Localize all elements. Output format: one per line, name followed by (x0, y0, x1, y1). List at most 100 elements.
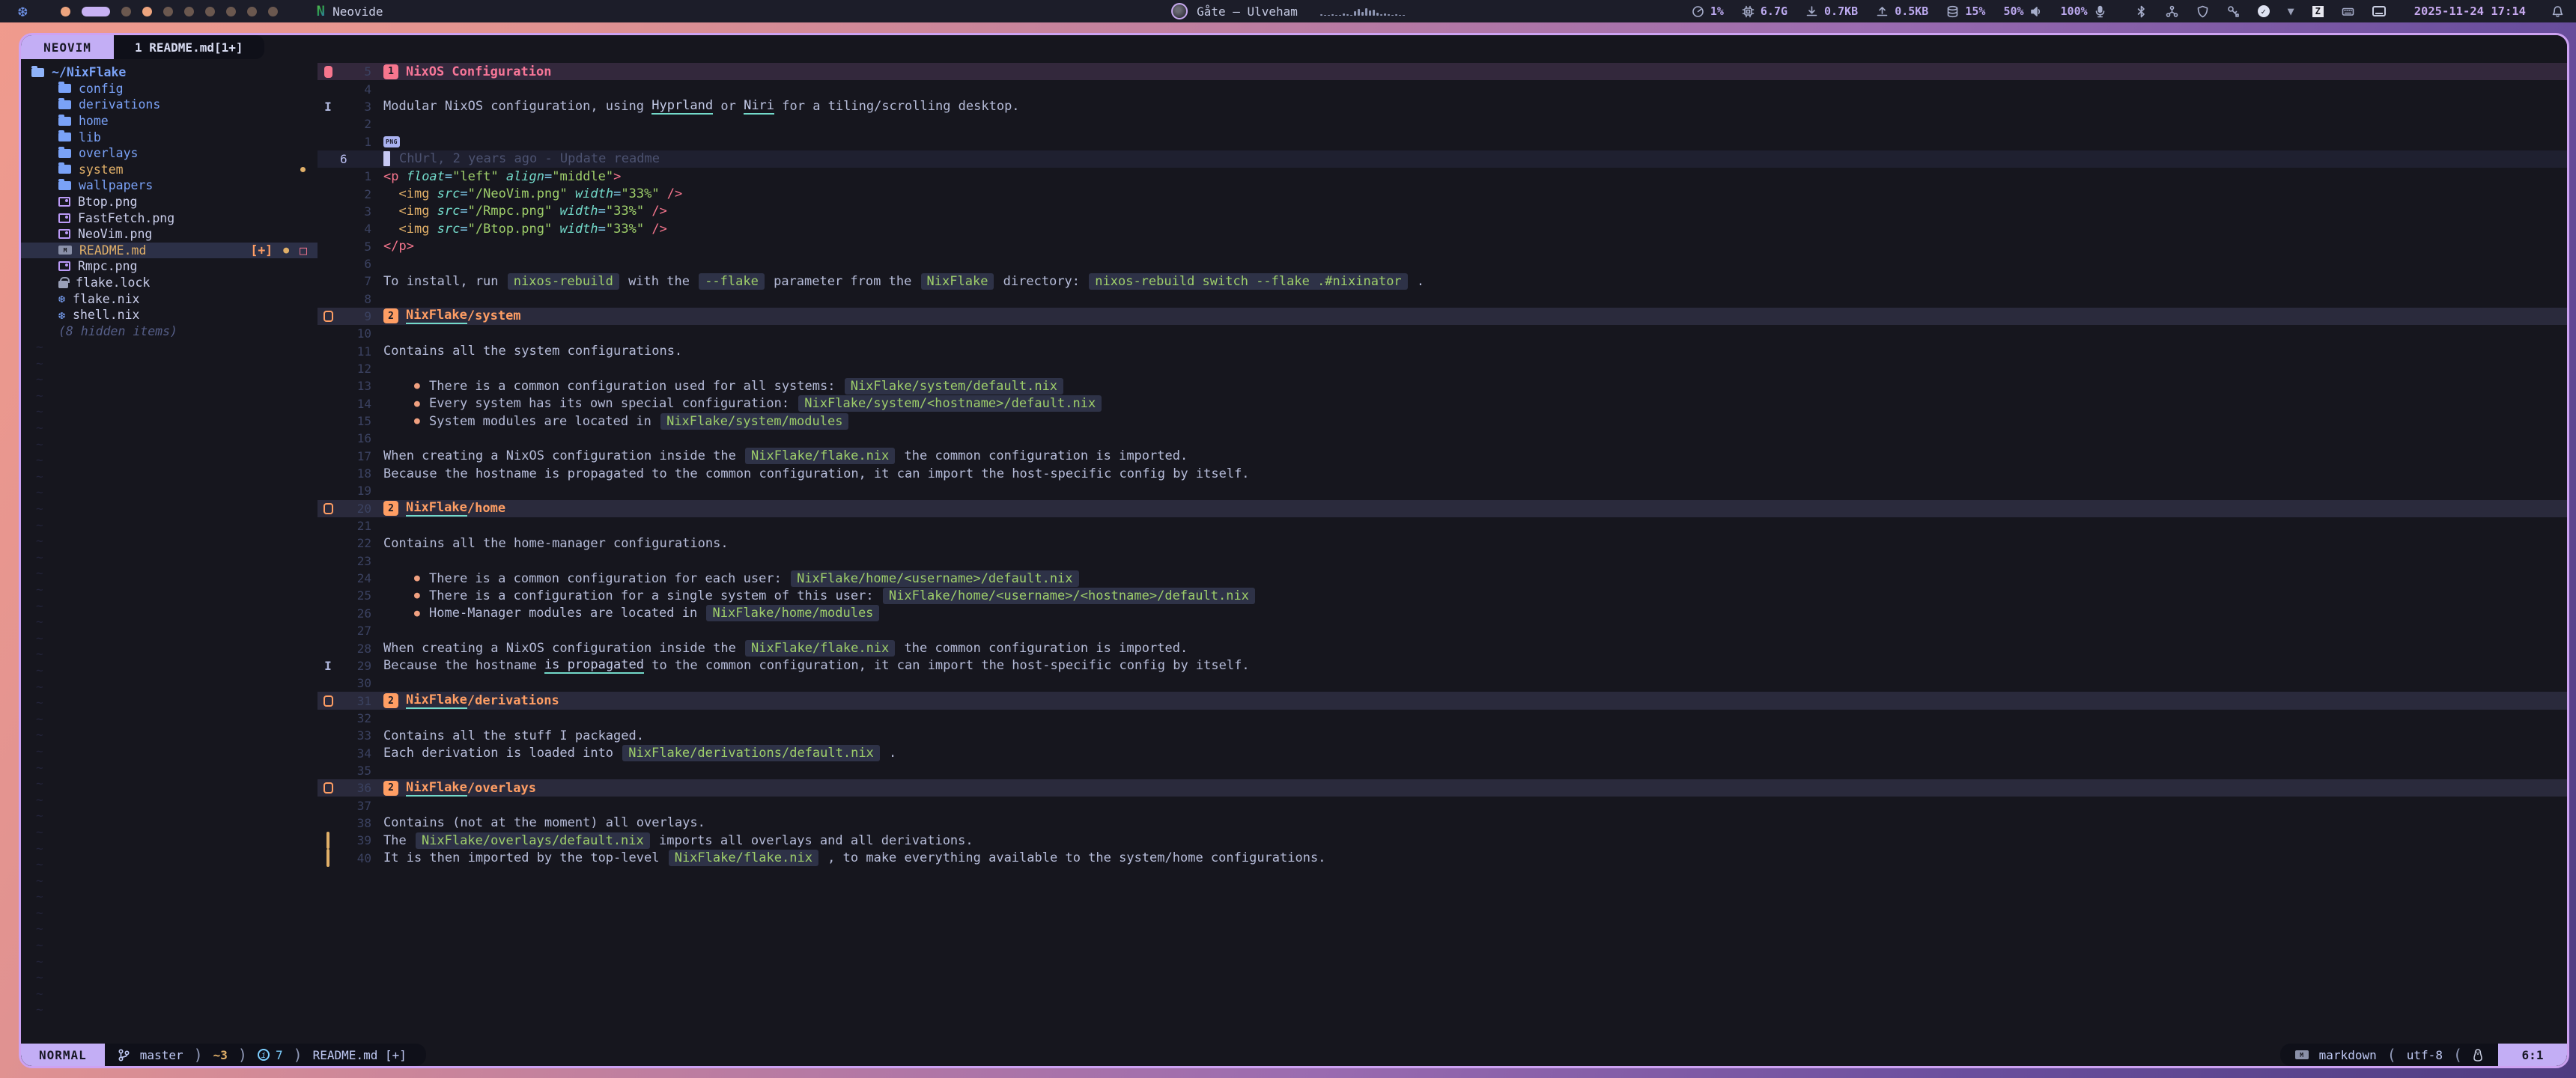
media-widget[interactable]: Gåte – Ulveham (1171, 0, 1405, 22)
editor-line[interactable]: 2 <img src="/NeoVim.png" width="33%" /> (318, 185, 2567, 202)
tree-item-wallpapers[interactable]: wallpapers (21, 177, 318, 194)
editor-line[interactable]: 202NixFlake/home (318, 500, 2567, 517)
editor-line[interactable]: 12 (318, 360, 2567, 377)
editor-line[interactable]: 3 <img src="/Rmpc.png" width="33%" /> (318, 203, 2567, 220)
editor-line[interactable]: 19 (318, 482, 2567, 499)
tree-item-fastfetch.png[interactable]: FastFetch.png (21, 210, 318, 226)
editor-line[interactable]: 4 <img src="/Btop.png" width="33%" /> (318, 220, 2567, 237)
workspace-empty[interactable] (121, 7, 131, 16)
tree-item-derivations[interactable]: derivations (21, 97, 318, 113)
tree-item-neovim.png[interactable]: NeoVim.png (21, 226, 318, 243)
workspace-empty[interactable] (268, 7, 278, 16)
editor-line[interactable]: 2 (318, 115, 2567, 133)
editor-line[interactable]: 13 ● There is a common configuration use… (318, 377, 2567, 395)
editor-line[interactable]: 16 (318, 430, 2567, 447)
editor-line[interactable]: 26 ● Home-Manager modules are located in… (318, 605, 2567, 622)
chip-icon (1742, 5, 1755, 18)
editor-line[interactable]: 33Contains all the stuff I packaged. (318, 727, 2567, 744)
tree-root[interactable]: ~/NixFlake (21, 64, 318, 81)
workspace-occupied[interactable] (142, 7, 152, 16)
workspace-empty[interactable] (226, 7, 236, 16)
workspace-empty[interactable] (163, 7, 173, 16)
filetype-label[interactable]: markdown (2319, 1048, 2377, 1062)
clock[interactable]: 2025-11-24 17:14 (2414, 4, 2526, 18)
editor-line[interactable]: 10 (318, 325, 2567, 342)
buffer-tab-readme[interactable]: 1 README.md[1+] (114, 35, 264, 59)
editor-line[interactable]: 1<p float="left" align="middle"> (318, 168, 2567, 185)
tree-item-readme.md[interactable]: MREADME.md[+]●□ (21, 243, 318, 259)
editor-line[interactable]: 14 ● Every system has its own special co… (318, 395, 2567, 412)
current-file-name[interactable]: README.md [+] (313, 1048, 407, 1062)
tree-item-overlays[interactable]: overlays (21, 145, 318, 162)
editor-line[interactable]: I3Modular NixOS configuration, using Hyp… (318, 98, 2567, 115)
tree-item-btop.png[interactable]: Btop.png (21, 194, 318, 210)
tree-item-home[interactable]: home (21, 113, 318, 130)
workspace-occupied[interactable] (61, 7, 70, 16)
keyboard-icon[interactable] (2342, 5, 2354, 18)
editor-line[interactable]: 6 (318, 255, 2567, 272)
tree-item-shell.nix[interactable]: ❆shell.nix (21, 307, 318, 323)
workspace-empty[interactable] (247, 7, 257, 16)
tree-item-system[interactable]: system (21, 162, 318, 178)
tree-item-flake.lock[interactable]: flake.lock (21, 275, 318, 291)
editor-line[interactable]: 24 ● There is a common configuration for… (318, 570, 2567, 587)
network-icon[interactable] (2166, 5, 2178, 18)
editor-line-current[interactable]: 6ChUrl, 2 years ago - Update readme (318, 150, 2567, 168)
check-circle-icon[interactable]: ✓ (2258, 5, 2270, 17)
editor-line[interactable]: 312NixFlake/derivations (318, 692, 2567, 709)
key-icon[interactable] (2227, 5, 2240, 18)
editor-line[interactable]: 28When creating a NixOS configuration in… (318, 639, 2567, 657)
editor-line[interactable]: 35 (318, 762, 2567, 779)
tree-item-flake.nix[interactable]: ❆flake.nix (21, 290, 318, 307)
bell-icon[interactable] (2551, 5, 2564, 18)
nixos-logo-icon[interactable]: ❆ (18, 2, 28, 20)
editor-line[interactable]: I29Because the hostname is propagated to… (318, 657, 2567, 674)
encoding-label[interactable]: utf-8 (2407, 1048, 2443, 1062)
workspace-empty[interactable] (205, 7, 215, 16)
editor-line[interactable]: 34Each derivation is loaded into NixFlak… (318, 744, 2567, 761)
editor-line[interactable]: 27 (318, 622, 2567, 639)
editor-line[interactable]: 25 ● There is a configuration for a sing… (318, 587, 2567, 604)
git-branch-name[interactable]: master (140, 1048, 183, 1062)
z-app-icon[interactable]: Z (2312, 6, 2324, 17)
diagnostics-info[interactable]: i7 (258, 1048, 283, 1062)
editor-line[interactable]: 17When creating a NixOS configuration in… (318, 448, 2567, 465)
editor-pane[interactable]: 51NixOS Configuration4I3Modular NixOS co… (318, 59, 2567, 1044)
album-art[interactable] (1171, 3, 1188, 19)
editor-line[interactable]: 51NixOS Configuration (318, 63, 2567, 80)
editor-line[interactable]: 40It is then imported by the top-level N… (318, 849, 2567, 866)
editor-line[interactable]: 30 (318, 674, 2567, 692)
editor-line[interactable]: 1PNG (318, 133, 2567, 150)
editor-line[interactable]: 4 (318, 80, 2567, 97)
editor-line[interactable]: 23 (318, 552, 2567, 570)
tab-neovim[interactable]: NEOVIM (21, 35, 114, 59)
editor-line[interactable]: 22Contains all the home-manager configur… (318, 535, 2567, 552)
shield-icon[interactable] (2196, 5, 2209, 18)
editor-line[interactable]: 38Contains (not at the moment) all overl… (318, 814, 2567, 832)
gauge-icon (1692, 5, 1704, 18)
git-changes-count[interactable]: ~3 (213, 1048, 228, 1062)
editor-line[interactable]: 7To install, run nixos-rebuild with the … (318, 272, 2567, 290)
workspace-empty[interactable] (184, 7, 194, 16)
tree-item-lib[interactable]: lib (21, 129, 318, 145)
workspace-active[interactable] (82, 7, 110, 16)
editor-line[interactable]: 92NixFlake/system (318, 308, 2567, 325)
sign-column (318, 517, 338, 535)
tree-item-label: flake.lock (76, 275, 150, 290)
editor-line[interactable]: 39The NixFlake/overlays/default.nix impo… (318, 832, 2567, 849)
editor-line[interactable]: 32 (318, 710, 2567, 727)
editor-line[interactable]: 15 ● System modules are located in NixFl… (318, 412, 2567, 430)
triangle-down-icon[interactable]: ▼ (2288, 4, 2294, 18)
editor-line[interactable]: 37 (318, 797, 2567, 814)
editor-line[interactable]: 21 (318, 517, 2567, 535)
editor-line[interactable]: 11Contains all the system configurations… (318, 343, 2567, 360)
terminal-icon[interactable] (2372, 6, 2386, 16)
tree-item-rmpc.png[interactable]: Rmpc.png (21, 258, 318, 275)
editor-line[interactable]: 362NixFlake/overlays (318, 779, 2567, 797)
editor-line[interactable]: 18Because the hostname is propagated to … (318, 465, 2567, 482)
editor-line[interactable]: 8 (318, 290, 2567, 307)
modified-dot (300, 167, 306, 172)
tree-item-config[interactable]: config (21, 81, 318, 97)
editor-line[interactable]: 5</p> (318, 237, 2567, 255)
bluetooth-icon[interactable] (2135, 5, 2148, 18)
